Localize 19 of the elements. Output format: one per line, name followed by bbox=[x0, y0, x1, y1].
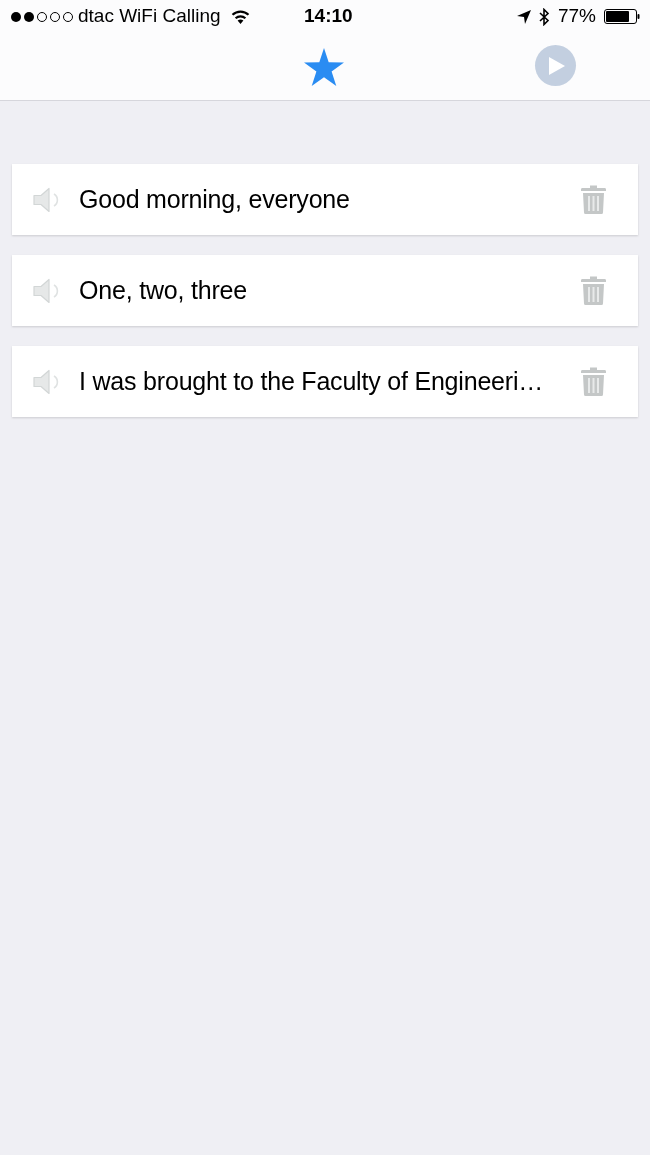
clock-time: 14:10 bbox=[304, 4, 353, 29]
phrase-card[interactable]: One, two, three bbox=[12, 255, 638, 326]
battery-percent: 77% bbox=[557, 4, 596, 29]
phrase-text: I was brought to the Faculty of Engineeri… bbox=[79, 365, 544, 397]
phrase-card[interactable]: I was brought to the Faculty of Engineeri… bbox=[12, 346, 638, 417]
battery-icon bbox=[604, 9, 640, 24]
phrase-text: One, two, three bbox=[79, 274, 247, 306]
trash-icon[interactable] bbox=[581, 276, 606, 305]
phrase-text: Good morning, everyone bbox=[79, 183, 350, 215]
bluetooth-icon bbox=[538, 7, 550, 26]
trash-icon[interactable] bbox=[581, 367, 606, 396]
signal-dots-icon bbox=[10, 10, 76, 23]
phrase-card[interactable]: Good morning, everyone bbox=[12, 164, 638, 235]
wifi-icon bbox=[230, 9, 250, 24]
carrier-name: dtac WiFi Calling bbox=[78, 4, 221, 29]
play-icon bbox=[549, 56, 565, 75]
trash-icon[interactable] bbox=[581, 185, 606, 214]
star-icon[interactable] bbox=[304, 48, 344, 86]
location-arrow-icon bbox=[516, 9, 531, 24]
